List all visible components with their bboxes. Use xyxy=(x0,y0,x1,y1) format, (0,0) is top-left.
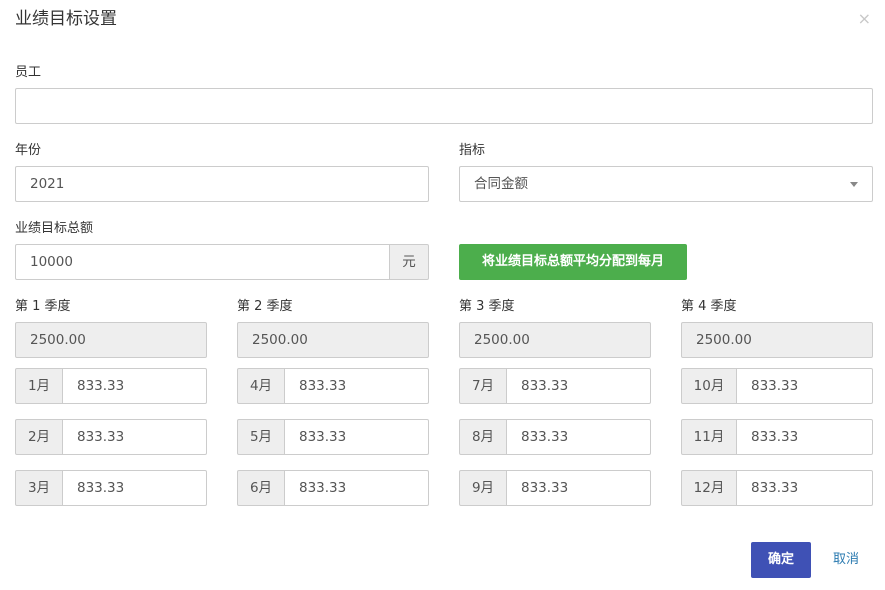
month-12-input[interactable]: 833.33 xyxy=(736,470,873,506)
quarter-4-total: 2500.00 xyxy=(681,322,873,358)
month-2-label: 2月 xyxy=(15,419,63,455)
dialog-title: 业绩目标设置 xyxy=(15,9,117,29)
month-3-input[interactable]: 833.33 xyxy=(62,470,207,506)
month-11-label: 11月 xyxy=(681,419,737,455)
month-12-label: 12月 xyxy=(681,470,737,506)
distribute-evenly-button[interactable]: 将业绩目标总额平均分配到每月 xyxy=(459,244,687,280)
month-11-input[interactable]: 833.33 xyxy=(736,419,873,455)
month-6-input[interactable]: 833.33 xyxy=(284,470,429,506)
quarter-1-total: 2500.00 xyxy=(15,322,207,358)
employee-input[interactable] xyxy=(15,88,873,124)
month-8-input[interactable]: 833.33 xyxy=(506,419,651,455)
total-unit-addon: 元 xyxy=(389,244,429,280)
quarter-2-label: 第 2 季度 xyxy=(237,299,293,314)
close-icon[interactable]: × xyxy=(858,8,871,30)
month-6-label: 6月 xyxy=(237,470,285,506)
indicator-select[interactable]: 合同金额 xyxy=(459,166,873,202)
month-7-input[interactable]: 833.33 xyxy=(506,368,651,404)
month-1-input[interactable]: 833.33 xyxy=(62,368,207,404)
month-7-label: 7月 xyxy=(459,368,507,404)
quarter-4-label: 第 4 季度 xyxy=(681,299,737,314)
month-2-input[interactable]: 833.33 xyxy=(62,419,207,455)
year-input[interactable]: 2021 xyxy=(15,166,429,202)
month-4-label: 4月 xyxy=(237,368,285,404)
quarter-1-label: 第 1 季度 xyxy=(15,299,71,314)
month-3-label: 3月 xyxy=(15,470,63,506)
month-8-label: 8月 xyxy=(459,419,507,455)
indicator-label: 指标 xyxy=(459,143,486,158)
cancel-button[interactable]: 取消 xyxy=(826,542,866,578)
month-9-label: 9月 xyxy=(459,470,507,506)
month-4-input[interactable]: 833.33 xyxy=(284,368,429,404)
quarter-3-label: 第 3 季度 xyxy=(459,299,515,314)
month-5-input[interactable]: 833.33 xyxy=(284,419,429,455)
quarter-2-total: 2500.00 xyxy=(237,322,429,358)
quarter-3-total: 2500.00 xyxy=(459,322,651,358)
employee-label: 员工 xyxy=(15,65,42,80)
month-10-label: 10月 xyxy=(681,368,737,404)
total-label: 业绩目标总额 xyxy=(15,221,94,236)
month-1-label: 1月 xyxy=(15,368,63,404)
month-10-input[interactable]: 833.33 xyxy=(736,368,873,404)
month-5-label: 5月 xyxy=(237,419,285,455)
year-label: 年份 xyxy=(15,143,42,158)
confirm-button[interactable]: 确定 xyxy=(751,542,811,578)
chevron-down-icon xyxy=(850,182,858,187)
month-9-input[interactable]: 833.33 xyxy=(506,470,651,506)
total-input[interactable]: 10000 xyxy=(15,244,390,280)
indicator-selected-value: 合同金额 xyxy=(474,176,528,192)
